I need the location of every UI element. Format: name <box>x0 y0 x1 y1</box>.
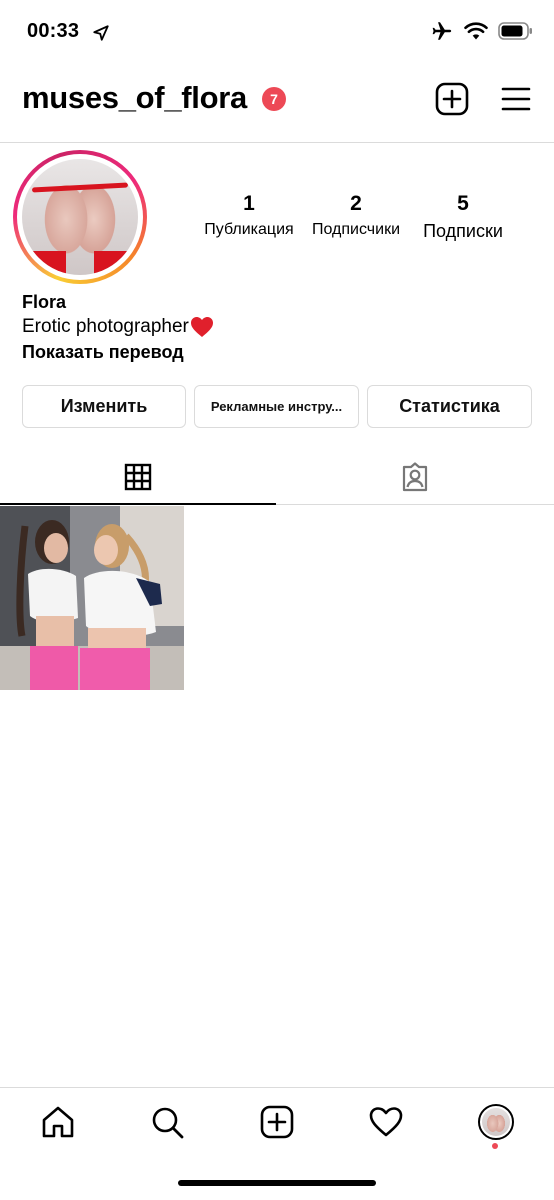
tab-tagged[interactable] <box>276 450 554 504</box>
show-translation-link[interactable]: Показать перевод <box>22 342 184 363</box>
stat-following-value: 5 <box>457 192 469 215</box>
home-icon[interactable] <box>40 1104 76 1140</box>
status-time: 00:33 <box>27 20 80 42</box>
bottom-nav-divider <box>0 1087 554 1088</box>
stat-posts-value: 1 <box>243 192 255 215</box>
profile-avatar[interactable] <box>13 150 147 284</box>
tab-active-indicator <box>0 503 276 505</box>
promo-tools-button[interactable]: Рекламные инстру... <box>194 385 359 428</box>
wifi-icon <box>464 22 488 40</box>
search-icon[interactable] <box>149 1104 185 1140</box>
notification-badge[interactable]: 7 <box>262 87 286 111</box>
profile-avatar-nav[interactable] <box>478 1104 514 1140</box>
stat-followers[interactable]: 2 Подписчики <box>306 192 406 239</box>
insights-button[interactable]: Статистика <box>367 385 532 428</box>
edit-profile-button[interactable]: Изменить <box>22 385 186 428</box>
stat-followers-value: 2 <box>350 192 362 215</box>
home-indicator[interactable] <box>178 1180 376 1186</box>
stat-posts[interactable]: 1 Публикация <box>200 192 298 239</box>
profile-name: Flora <box>22 292 67 312</box>
stat-posts-label: Публикация <box>204 221 294 238</box>
stat-following[interactable]: 5 Подписки <box>414 192 512 242</box>
header-divider <box>0 142 554 143</box>
heart-emoji-icon <box>190 317 213 337</box>
create-icon[interactable] <box>259 1104 295 1140</box>
airplane-icon <box>432 22 452 40</box>
profile-username[interactable]: muses_of_flora <box>22 80 247 116</box>
post-image <box>0 506 184 690</box>
menu-icon[interactable] <box>501 84 531 114</box>
stat-followers-label: Подписчики <box>311 221 400 238</box>
grid-icon <box>124 463 152 491</box>
stat-following-label: Подписки <box>423 221 503 241</box>
activity-heart-icon[interactable] <box>368 1104 404 1140</box>
location-arrow-icon <box>93 25 109 41</box>
tab-grid[interactable] <box>0 450 276 504</box>
profile-bio: Erotic photographer <box>22 316 214 338</box>
battery-icon <box>498 22 532 40</box>
status-icons <box>430 20 534 42</box>
bio-text: Erotic photographer <box>22 316 189 337</box>
tagged-icon <box>402 462 428 492</box>
tab-divider <box>276 504 554 505</box>
new-post-icon[interactable] <box>435 82 469 116</box>
avatar-photo <box>22 159 138 275</box>
nav-notification-dot <box>492 1143 498 1149</box>
post-thumbnail[interactable] <box>0 506 184 690</box>
